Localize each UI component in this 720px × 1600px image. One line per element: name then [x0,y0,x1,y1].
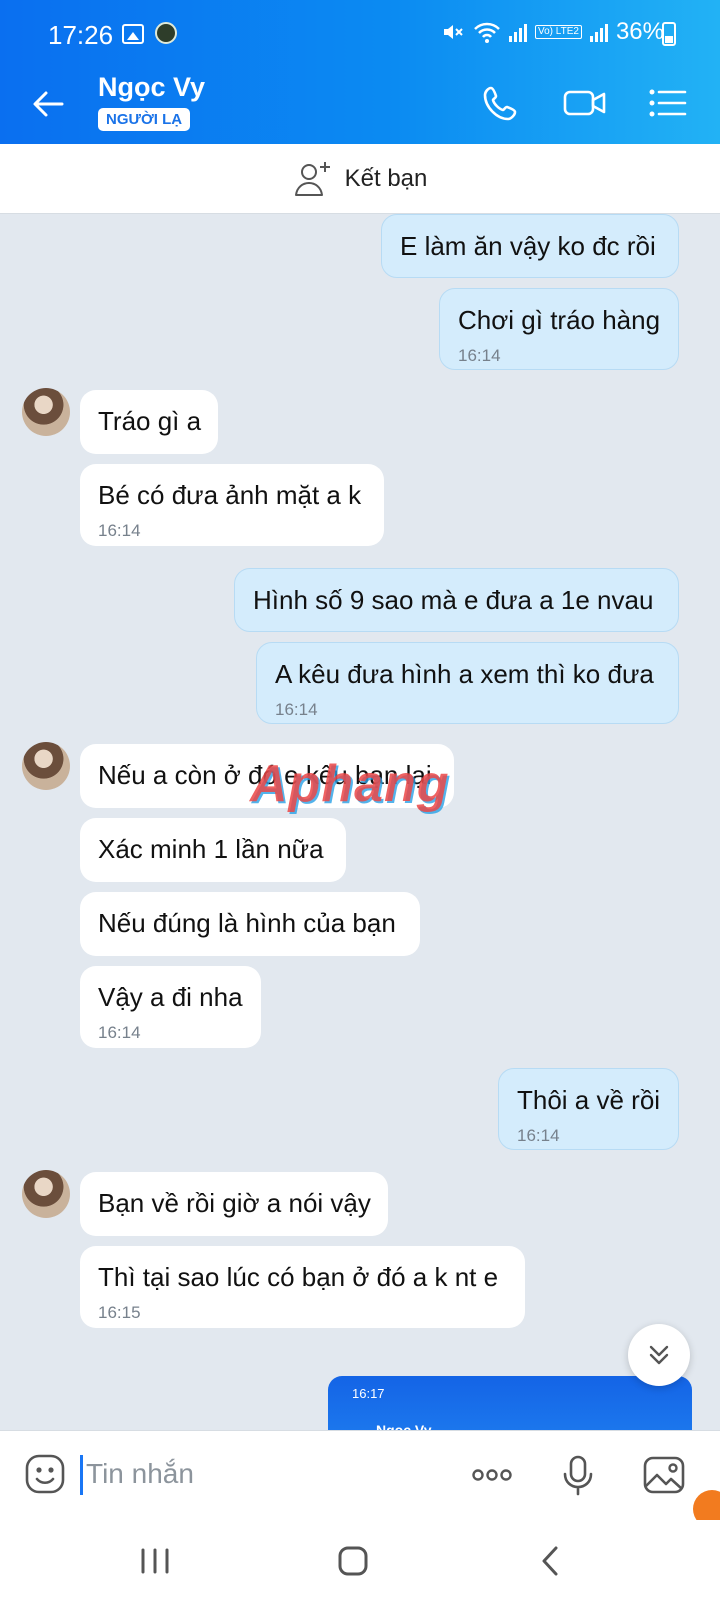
message-time: 16:15 [98,1303,141,1322]
message-text: A kêu đưa hình a xem thì ko đưa [275,659,654,689]
chat-area[interactable]: E làm ăn vậy ko đc rồi Chơi gì tráo hàng… [0,214,720,1430]
recent-apps-icon[interactable] [132,1538,178,1584]
image-message-preview[interactable]: 16:17 Ngọc Vy [328,1376,692,1430]
message-bubble[interactable]: Xác minh 1 lần nữa [80,818,346,882]
message-bubble[interactable]: Thôi a về rồi 16:14 [498,1068,679,1150]
back-nav-icon[interactable] [528,1538,574,1584]
status-bar: 17:26 Vo) LTE2 36% [0,0,720,62]
avatar[interactable] [22,388,70,436]
message-bubble[interactable]: E làm ăn vậy ko đc rồi [381,214,679,278]
signal-2-icon [589,22,608,42]
message-bubble[interactable]: Nếu đúng là hình của bạn [80,892,420,956]
message-bubble[interactable]: Chơi gì tráo hàng 16:14 [439,288,679,370]
top-bar: 17:26 Vo) LTE2 36% Ngọc Vy NGƯỜI LẠ [0,0,720,144]
lte-label: Vo) LTE2 [535,25,582,39]
scroll-down-button[interactable] [628,1324,690,1386]
message-text: Xác minh 1 lần nữa [98,834,324,864]
chevrons-down-icon [649,1345,669,1365]
message-bubble[interactable]: A kêu đưa hình a xem thì ko đưa 16:14 [256,642,679,724]
message-bubble[interactable]: Hình số 9 sao mà e đưa a 1e nvau [234,568,679,632]
message-text: Nếu a còn ở đó e kêu bạn lại [98,760,432,790]
preview-time: 16:17 [352,1386,385,1401]
message-text: Chơi gì tráo hàng [458,305,661,335]
status-time: 17:26 [48,20,114,50]
message-text: Vậy a đi nha [98,982,243,1012]
message-input[interactable] [86,1453,446,1495]
image-icon[interactable] [642,1453,686,1497]
message-bubble[interactable]: Nếu a còn ở đó e kêu bạn lại [80,744,454,808]
add-friend-bar[interactable]: Kết bạn [0,144,720,214]
contact-name[interactable]: Ngọc Vy [98,72,205,103]
arrow-left-icon[interactable] [28,84,68,124]
microphone-icon[interactable] [556,1453,600,1497]
chat-header: Ngọc Vy NGƯỜI LẠ [0,62,720,144]
text-cursor [80,1455,83,1495]
message-bubble[interactable]: Tráo gì a [80,390,218,454]
avatar[interactable] [22,742,70,790]
app-notification-icon [155,22,177,44]
message-text: Bạn về rồi giờ a nói vậy [98,1188,371,1218]
system-nav-bar [0,1520,720,1600]
status-right-icons: Vo) LTE2 36% [441,18,664,46]
more-dots-icon[interactable] [470,1453,514,1497]
add-user-icon [294,161,330,196]
stranger-badge: NGƯỜI LẠ [98,108,191,131]
mute-icon [444,25,463,39]
message-bubble[interactable]: Bé có đưa ảnh mặt a k 16:14 [80,464,384,546]
message-time: 16:14 [275,700,318,719]
preview-contact-name: Ngọc Vy [376,1422,432,1430]
message-text: Tráo gì a [98,406,202,436]
message-input-bar [0,1430,720,1520]
signal-icon [509,22,527,42]
emoji-icon[interactable] [24,1453,66,1495]
list-menu-icon[interactable] [646,82,688,124]
avatar[interactable] [22,1170,70,1218]
message-time: 16:14 [458,346,501,365]
battery-icon [662,22,676,46]
message-time: 16:14 [98,1023,141,1042]
message-time: 16:14 [517,1126,560,1145]
message-text: Thôi a về rồi [517,1085,661,1115]
message-text: Hình số 9 sao mà e đưa a 1e nvau [253,585,654,615]
message-text: Nếu đúng là hình của bạn [98,908,396,938]
message-text: Thì tại sao lúc có bạn ở đó a k nt e [98,1262,499,1292]
message-text: E làm ăn vậy ko đc rồi [400,231,656,261]
message-time: 16:14 [98,521,141,540]
gallery-notification-icon [122,24,144,44]
message-bubble[interactable]: Bạn về rồi giờ a nói vậy [80,1172,388,1236]
battery-percent: 36% [615,18,664,45]
home-icon[interactable] [330,1538,376,1584]
video-camera-icon[interactable] [562,82,608,124]
message-bubble[interactable]: Thì tại sao lúc có bạn ở đó a k nt e 16:… [80,1246,525,1328]
phone-icon[interactable] [480,82,522,124]
message-text: Bé có đưa ảnh mặt a k [98,480,362,510]
message-bubble[interactable]: Vậy a đi nha 16:14 [80,966,261,1048]
add-friend-label: Kết bạn [344,164,428,192]
wifi-icon [474,22,500,43]
